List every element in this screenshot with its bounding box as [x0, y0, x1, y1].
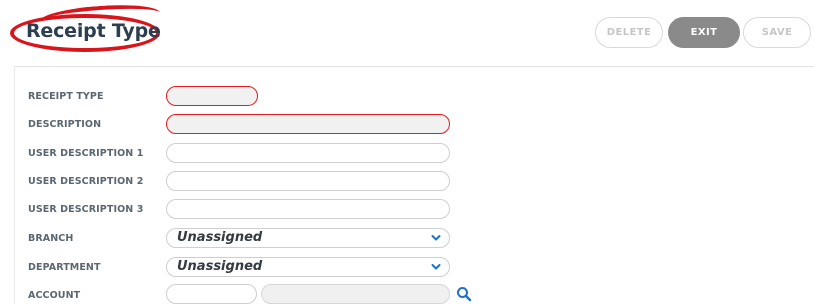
exit-button[interactable]: EXIT [668, 17, 740, 48]
description-label: DESCRIPTION [28, 119, 102, 130]
search-icon[interactable] [456, 286, 472, 302]
header-divider [14, 66, 814, 67]
department-label: DEPARTMENT [28, 262, 101, 273]
page-title-highlight: Receipt Type [10, 1, 164, 54]
chevron-down-icon [431, 264, 441, 270]
receipt-type-page: Receipt Type DELETE EXIT SAVE RECEIPT TY… [0, 0, 814, 304]
save-button[interactable]: SAVE [743, 17, 811, 48]
page-header: Receipt Type DELETE EXIT SAVE [0, 0, 814, 66]
branch-label: BRANCH [28, 233, 74, 244]
user-description-2-input[interactable] [166, 171, 450, 191]
department-selected-value: Unassigned [177, 259, 263, 274]
branch-select[interactable]: Unassigned [166, 228, 450, 248]
receipt-type-input[interactable] [166, 86, 258, 106]
branch-selected-value: Unassigned [177, 230, 263, 245]
user-description-2-label: USER DESCRIPTION 2 [28, 176, 144, 187]
user-description-1-input[interactable] [166, 143, 450, 163]
account-name-field [261, 284, 450, 304]
description-input[interactable] [166, 114, 450, 134]
user-description-3-label: USER DESCRIPTION 3 [28, 204, 144, 215]
account-label: ACCOUNT [28, 290, 81, 301]
receipt-type-label: RECEIPT TYPE [28, 91, 104, 102]
page-title: Receipt Type [26, 20, 161, 42]
user-description-3-input[interactable] [166, 199, 450, 219]
chevron-down-icon [431, 235, 441, 241]
side-divider [14, 66, 15, 304]
department-select[interactable]: Unassigned [166, 257, 450, 277]
account-code-input[interactable] [166, 284, 257, 304]
delete-button[interactable]: DELETE [595, 17, 663, 48]
user-description-1-label: USER DESCRIPTION 1 [28, 148, 144, 159]
